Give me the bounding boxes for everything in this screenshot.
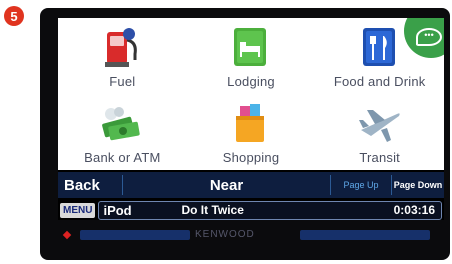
track-title: Do It Twice [181, 203, 244, 217]
track-time: 0:03:16 [393, 203, 435, 217]
now-playing-bar: MENU iPod Do It Twice 0:03:16 [58, 200, 444, 220]
category-label: Food and Drink [333, 74, 426, 89]
category-bank-or-atm[interactable]: Bank or ATM [58, 94, 187, 170]
nav-screen: Fuel Lodging Food and Drink Bank or ATM … [58, 18, 444, 220]
fork-knife-icon [362, 28, 395, 66]
category-label: Fuel [109, 74, 136, 89]
shopping-bag-icon [235, 104, 264, 142]
near-label: Near [209, 176, 244, 194]
page-up-button[interactable]: Page Up [331, 180, 391, 190]
category-label: Transit [359, 150, 400, 165]
category-transit[interactable]: Transit [315, 94, 444, 170]
hardware-buttons-right[interactable] [300, 230, 430, 240]
fuel-pump-icon [105, 28, 138, 67]
page-down-button[interactable]: Page Down [392, 180, 444, 190]
category-grid: Fuel Lodging Food and Drink Bank or ATM … [58, 18, 444, 170]
category-lodging[interactable]: Lodging [187, 18, 316, 94]
money-icon [102, 107, 140, 141]
nav-bar: Back Near Page Up Page Down [58, 172, 444, 198]
category-label: Lodging [227, 74, 275, 89]
step-badge: 5 [4, 6, 24, 26]
source-label: iPod [103, 202, 132, 218]
category-shopping[interactable]: Shopping [187, 94, 316, 170]
now-playing-box[interactable]: iPod Do It Twice 0:03:16 [98, 200, 442, 220]
category-label: Bank or ATM [84, 150, 161, 165]
bed-icon [233, 28, 266, 66]
category-fuel[interactable]: Fuel [58, 18, 187, 94]
category-label: Shopping [222, 150, 280, 165]
airplane-icon [358, 110, 400, 142]
hardware-buttons-left[interactable] [80, 230, 190, 240]
brand-logo: KENWOOD [195, 229, 255, 240]
menu-button[interactable]: MENU [60, 202, 96, 218]
back-button[interactable]: Back [58, 177, 122, 194]
